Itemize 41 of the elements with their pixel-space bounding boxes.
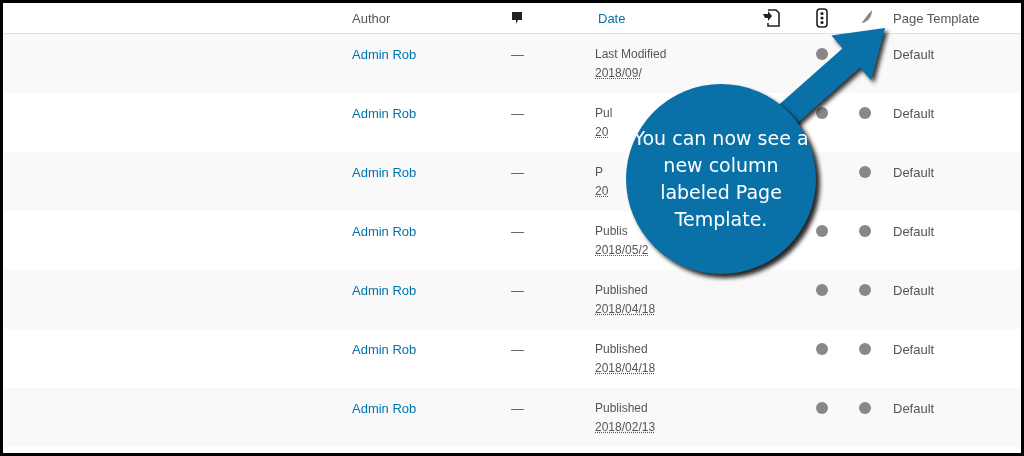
comment-count: —	[511, 47, 524, 62]
date-value: 2018/09/	[595, 66, 642, 80]
date-value: 2018/05/2	[595, 243, 649, 257]
date-status: Last Modified	[595, 47, 667, 61]
author-link[interactable]: Admin Rob	[352, 165, 417, 180]
date-value: 20	[595, 125, 609, 139]
comment-count: —	[511, 165, 524, 180]
comment-count: —	[511, 106, 524, 121]
date-value: 2018/02/13	[595, 420, 656, 434]
author-link[interactable]: Admin Rob	[352, 224, 417, 239]
date-value: 2018/04/18	[595, 302, 656, 316]
comment-count: —	[511, 342, 524, 357]
comment-count: —	[511, 401, 524, 416]
date-status: Published	[595, 401, 648, 415]
template-name: Default	[893, 401, 935, 416]
date-status: P	[595, 165, 603, 179]
document-arrow-icon	[761, 8, 781, 28]
date-status: Published	[595, 342, 648, 356]
author-link[interactable]: Admin Rob	[352, 342, 417, 357]
template-name: Default	[893, 224, 935, 239]
comment-count: —	[511, 283, 524, 298]
date-status: Pul	[595, 106, 613, 120]
template-name: Default	[893, 283, 935, 298]
author-link[interactable]: Admin Rob	[352, 401, 417, 416]
column-header-link[interactable]: Date	[598, 10, 626, 26]
column-header: Page Template	[893, 10, 980, 26]
author-link[interactable]: Admin Rob	[352, 47, 417, 62]
author-link[interactable]: Admin Rob	[352, 106, 417, 121]
template-name: Default	[893, 165, 935, 180]
column-header: Author	[352, 10, 391, 26]
date-value: 20	[595, 184, 609, 198]
template-name: Default	[893, 106, 935, 121]
status-lights-icon	[816, 8, 828, 28]
date-status: Published	[595, 283, 648, 297]
template-name: Default	[893, 47, 935, 62]
template-name: Default	[893, 342, 935, 357]
date-status: Publis	[595, 224, 628, 238]
comment-icon	[511, 11, 523, 25]
date-value: 2018/04/18	[595, 361, 656, 375]
author-link[interactable]: Admin Rob	[352, 283, 417, 298]
comment-count: —	[511, 224, 524, 239]
